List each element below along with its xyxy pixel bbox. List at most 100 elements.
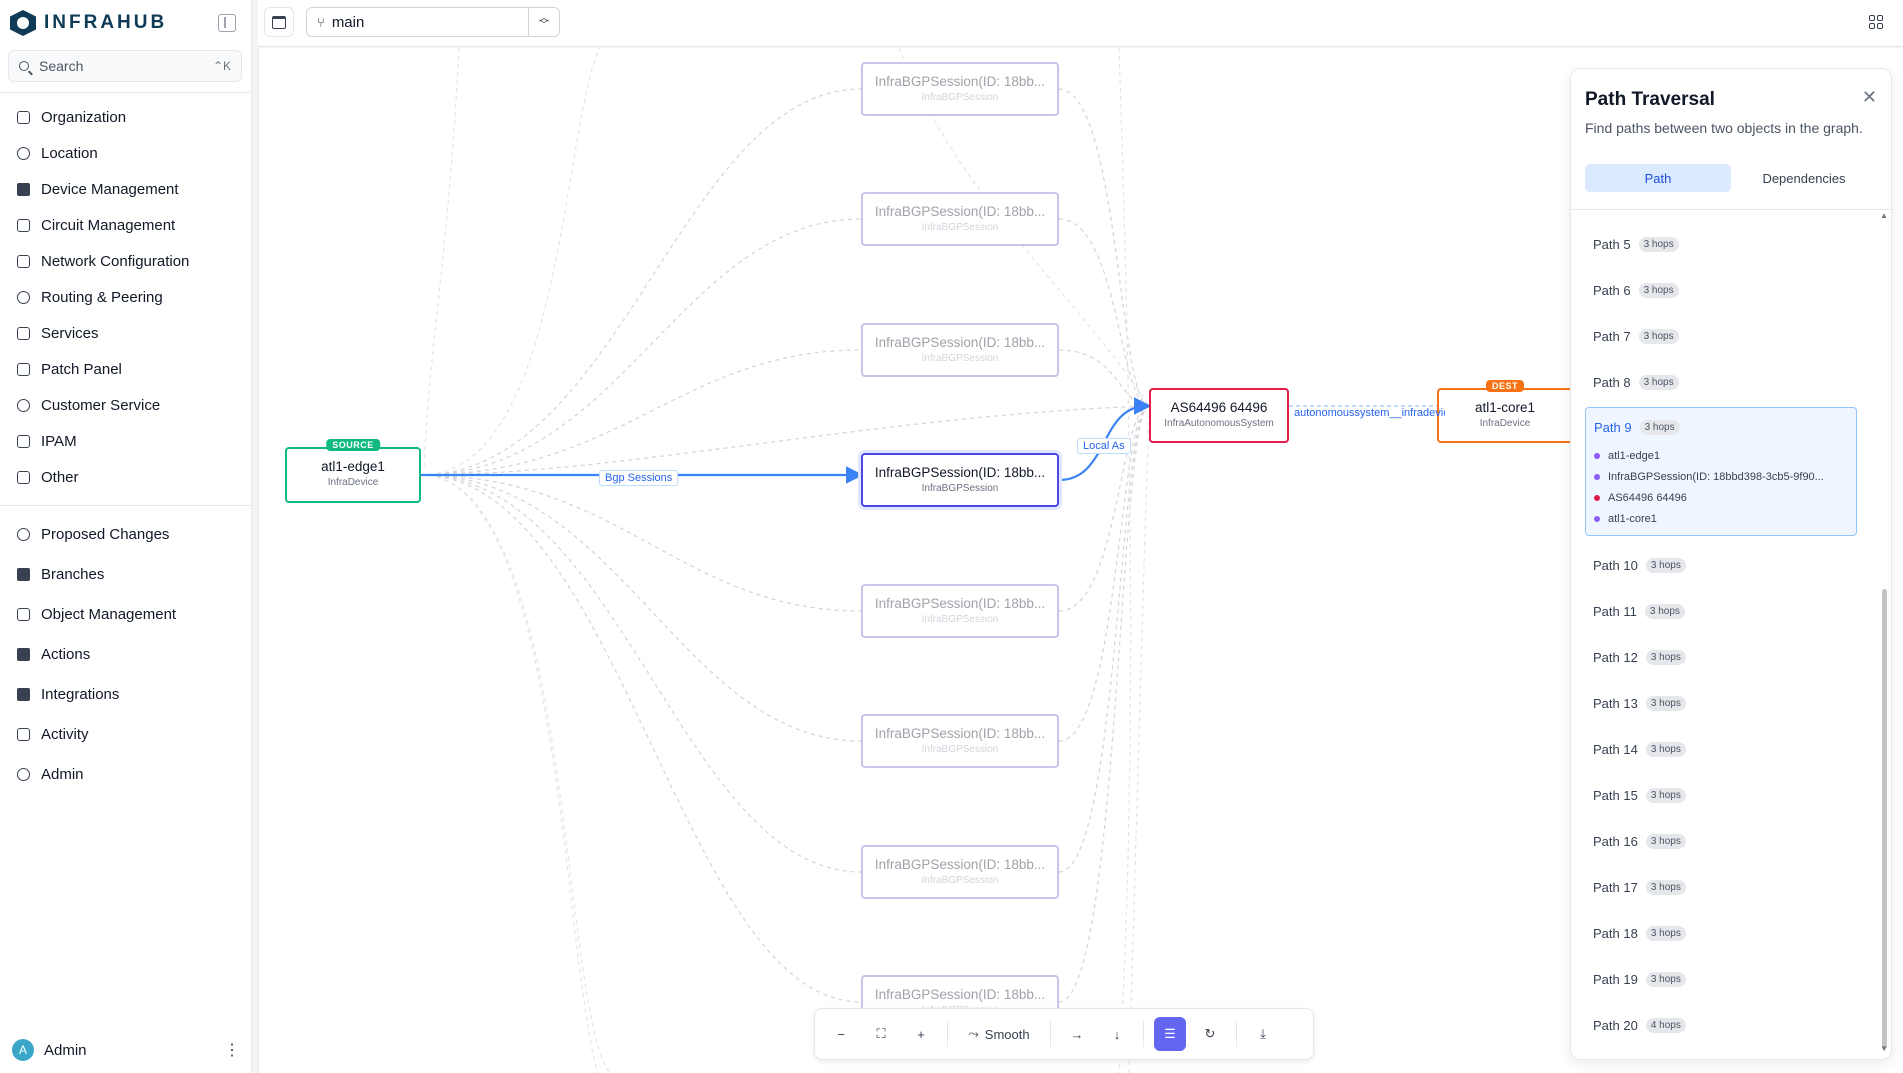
faded-edge [420, 48, 601, 476]
path-item[interactable]: Path 17 3 hops [1585, 864, 1857, 910]
scroll-up-arrow[interactable]: ▲ [1880, 211, 1888, 220]
path-item[interactable]: Path 15 3 hops [1585, 772, 1857, 818]
node-subtitle: InfraBGPSession [921, 353, 999, 364]
nav-item-integrations[interactable]: Integrations [0, 674, 252, 714]
scrollbar-thumb[interactable] [1882, 589, 1887, 1049]
network-icon [17, 254, 30, 268]
hop-dot [1594, 494, 1600, 501]
path-item[interactable]: Path 19 3 hops [1585, 956, 1857, 1002]
nav-item-object-management[interactable]: Object Management [0, 594, 252, 634]
path-traversal-panel: Path Traversal ✕ Find paths between two … [1570, 68, 1892, 1060]
edge-label-local-as: Local As [1077, 438, 1131, 454]
layout-horizontal-button[interactable]: → [1057, 1017, 1097, 1051]
user-menu[interactable]: A Admin ⋮ [12, 1038, 240, 1062]
dest-node[interactable]: DEST atl1-core1 InfraDevice [1437, 380, 1573, 443]
rocket-icon [17, 647, 30, 661]
nav-item-services[interactable]: Services [0, 315, 252, 351]
edge-label-autonomous-system-device: autonomoussystem__infradevice [1294, 407, 1445, 419]
path-item[interactable]: Path 63 hops [1585, 267, 1857, 313]
session-node[interactable]: InfraBGPSession(ID: 18bb... InfraBGPSess… [861, 714, 1059, 768]
time-travel-button[interactable] [264, 7, 294, 37]
path-item[interactable]: Path 18 3 hops [1585, 910, 1857, 956]
session-node[interactable]: InfraBGPSession(ID: 18bb... InfraBGPSess… [861, 845, 1059, 899]
session-node[interactable]: InfraBGPSession(ID: 18bb... InfraBGPSess… [861, 62, 1059, 116]
nav-item-routing-peering[interactable]: Routing & Peering [0, 279, 252, 315]
node-subtitle: InfraBGPSession [921, 222, 999, 233]
apps-grid-icon [1869, 15, 1883, 29]
source-node[interactable]: SOURCE atl1-edge1 InfraDevice [285, 439, 421, 503]
path-item[interactable]: Path 14 3 hops [1585, 726, 1857, 772]
tab-path[interactable]: Path [1585, 164, 1731, 192]
close-icon[interactable]: ✕ [1862, 87, 1877, 108]
nav-item-admin[interactable]: Admin [0, 754, 252, 794]
app-logo[interactable]: INFRAHUB [10, 10, 167, 36]
session-node-selected[interactable]: InfraBGPSession(ID: 18bb... InfraBGPSess… [861, 453, 1059, 507]
nav-item-network-configuration[interactable]: Network Configuration [0, 243, 252, 279]
node-subtitle: InfraDevice [327, 477, 379, 488]
path-item[interactable]: Path 11 3 hops [1585, 588, 1857, 634]
collapse-sidebar-icon[interactable] [218, 14, 236, 32]
nav-item-circuit-management[interactable]: Circuit Management [0, 207, 252, 243]
nav-item-patch-panel[interactable]: Patch Panel [0, 351, 252, 387]
faded-edge [420, 349, 862, 476]
chevron-up-down-icon[interactable]: ︿ ﹀ [528, 8, 559, 36]
zoom-out-button[interactable]: − [821, 1017, 861, 1051]
path-item[interactable]: Path 12 3 hops [1585, 634, 1857, 680]
path-item[interactable]: Path 10 3 hops [1585, 542, 1857, 588]
hop-dot [1594, 452, 1600, 459]
nav-item-other[interactable]: Other [0, 459, 252, 495]
session-node[interactable]: InfraBGPSession(ID: 18bb... InfraBGPSess… [861, 584, 1059, 638]
branch-name: main [331, 13, 365, 31]
nav-item-device-management[interactable]: Device Management [0, 171, 252, 207]
path-item[interactable]: Path 13 3 hops [1585, 680, 1857, 726]
session-node[interactable]: InfraBGPSession(ID: 18bb... InfraBGPSess… [861, 323, 1059, 377]
zoom-in-button[interactable]: + [901, 1017, 941, 1051]
session-node[interactable]: InfraBGPSession(ID: 18bb... InfraBGPSess… [861, 192, 1059, 246]
app-name: INFRAHUB [44, 12, 168, 33]
sidebar: INFRAHUB Search ⌃K Organization Location… [0, 0, 252, 1073]
divider [1050, 1021, 1051, 1047]
apps-button[interactable] [1862, 8, 1890, 36]
autonomous-system-node[interactable]: AS64496 64496 InfraAutonomousSystem [1149, 388, 1289, 443]
node-title: InfraBGPSession(ID: 18bb... [874, 204, 1046, 219]
path-item[interactable]: Path 53 hops [1585, 221, 1857, 267]
faded-edge [420, 474, 599, 1073]
merge-icon [17, 527, 30, 541]
refresh-button[interactable]: ↻ [1190, 1017, 1230, 1051]
faded-edge [1058, 405, 1150, 612]
nav-item-location[interactable]: Location [0, 135, 252, 171]
gear-icon [17, 767, 30, 781]
nav-item-customer-service[interactable]: Customer Service [0, 387, 252, 423]
branch-selector[interactable]: ⑂ main ︿ ﹀ [306, 7, 560, 37]
search-placeholder: Search [39, 58, 84, 74]
kebab-menu-icon[interactable]: ⋮ [224, 1040, 240, 1060]
edge-label-bgp-sessions: Bgp Sessions [599, 470, 679, 486]
nav-item-branches[interactable]: Branches [0, 554, 252, 594]
top-bar: ⑂ main ︿ ﹀ [258, 0, 1903, 47]
tab-dependencies[interactable]: Dependencies [1731, 164, 1877, 192]
divider [0, 92, 252, 93]
patch-icon [17, 362, 30, 376]
fit-view-button[interactable]: ⛶ [861, 1017, 901, 1051]
download-button[interactable]: ⤓ [1243, 1017, 1283, 1051]
path-item[interactable]: Path 16 3 hops [1585, 818, 1857, 864]
path-item-selected[interactable]: Path 93 hops atl1-edge1 InfraBGPSession(… [1585, 407, 1857, 536]
nav-item-activity[interactable]: Activity [0, 714, 252, 754]
nav-item-proposed-changes[interactable]: Proposed Changes [0, 514, 252, 554]
nav-item-organization[interactable]: Organization [0, 99, 252, 135]
faded-edge [420, 218, 862, 476]
hop-dot [1594, 473, 1600, 480]
path-item[interactable]: Path 73 hops [1585, 313, 1857, 359]
nav-item-ipam[interactable]: IPAM [0, 423, 252, 459]
settings-sliders-button[interactable]: ☰ [1154, 1017, 1186, 1051]
path-item[interactable]: Path 20 4 hops [1585, 1002, 1857, 1048]
layout-vertical-button[interactable]: ↓ [1097, 1017, 1137, 1051]
smooth-edges-button[interactable]: ⤳ Smooth [954, 1017, 1044, 1051]
git-branch-icon: ⑂ [317, 14, 325, 30]
map-pin-icon [17, 146, 30, 160]
nav-item-actions[interactable]: Actions [0, 634, 252, 674]
scroll-down-arrow[interactable]: ▼ [1880, 1044, 1888, 1053]
search-input[interactable]: Search ⌃K [8, 50, 242, 82]
node-title: InfraBGPSession(ID: 18bb... [874, 335, 1046, 350]
path-item[interactable]: Path 83 hops [1585, 359, 1857, 405]
